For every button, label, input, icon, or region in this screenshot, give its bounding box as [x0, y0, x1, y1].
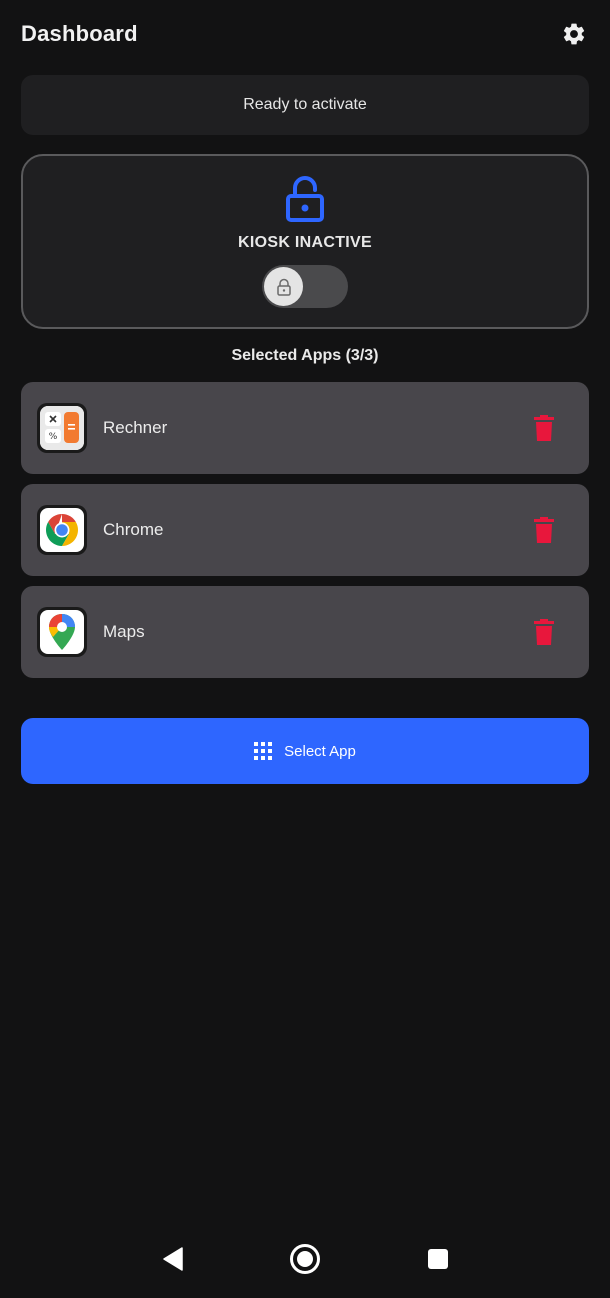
chrome-icon — [40, 508, 84, 552]
list-item[interactable]: Chrome — [21, 484, 589, 576]
list-item[interactable]: % Rechner — [21, 382, 589, 474]
app-icon-frame: % — [37, 403, 87, 453]
lock-small-icon — [276, 278, 291, 296]
system-nav-bar — [0, 1236, 610, 1282]
settings-button[interactable] — [560, 20, 588, 48]
grid-icon — [254, 742, 273, 760]
gear-icon — [563, 23, 585, 45]
recents-icon — [428, 1249, 448, 1269]
calculator-icon: % — [40, 406, 84, 450]
app-icon-frame — [37, 505, 87, 555]
maps-icon — [40, 610, 84, 654]
trash-icon[interactable] — [533, 517, 555, 543]
kiosk-card: KIOSK INACTIVE — [21, 154, 589, 329]
app-name: Maps — [103, 622, 145, 641]
page-title: Dashboard — [21, 21, 138, 46]
status-card: Ready to activate — [21, 75, 589, 135]
lock-open-icon — [286, 176, 324, 222]
select-app-label: Select App — [284, 742, 356, 760]
nav-back-button[interactable] — [158, 1236, 188, 1282]
app-icon-frame — [37, 607, 87, 657]
app-name: Rechner — [103, 418, 168, 437]
selected-apps-title: Selected Apps (3/3) — [231, 347, 379, 364]
trash-icon[interactable] — [533, 415, 555, 441]
kiosk-toggle[interactable] — [262, 265, 348, 308]
list-item[interactable]: Maps — [21, 586, 589, 678]
status-text: Ready to activate — [243, 96, 367, 113]
toggle-knob — [264, 267, 303, 306]
kiosk-status-label: KIOSK INACTIVE — [238, 234, 372, 251]
app-list: % Rechner Chrome Maps — [21, 382, 589, 688]
back-icon — [163, 1247, 183, 1271]
select-app-button[interactable]: Select App — [21, 718, 589, 784]
trash-icon[interactable] — [533, 619, 555, 645]
svg-text:%: % — [49, 432, 58, 442]
header: Dashboard — [21, 14, 588, 54]
app-name: Chrome — [103, 520, 164, 539]
nav-home-button[interactable] — [288, 1236, 322, 1282]
nav-recents-button[interactable] — [424, 1236, 452, 1282]
dashboard-screen: Dashboard Ready to activate KIOSK INACTI… — [0, 0, 610, 1298]
home-icon — [290, 1244, 320, 1274]
